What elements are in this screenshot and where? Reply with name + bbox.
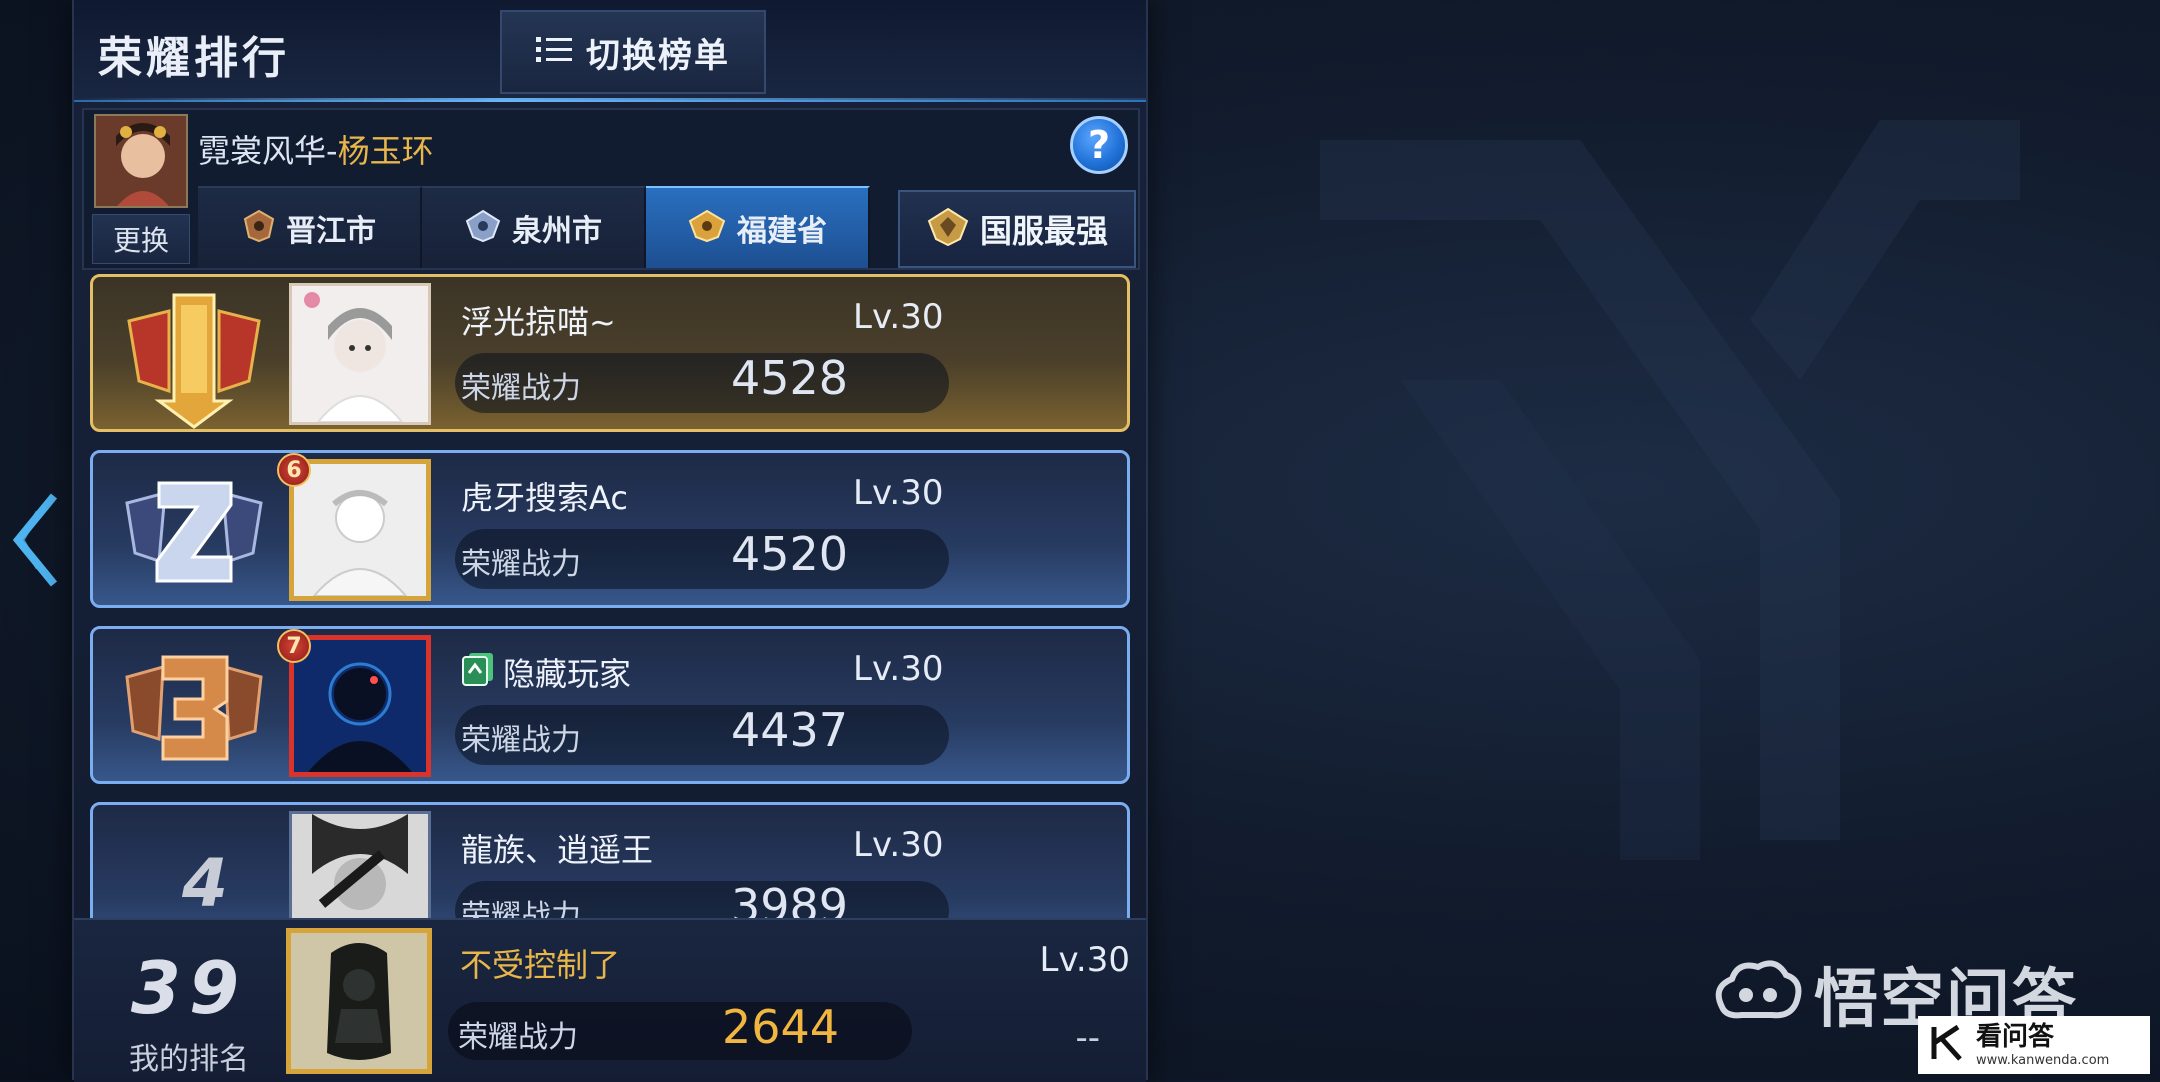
power-value: 4528 <box>731 351 849 405</box>
rank-number: 4 <box>182 845 228 918</box>
hero-name-highlight: 杨玉环 <box>337 132 434 170</box>
power-label: 荣耀战力 <box>461 723 581 758</box>
player-level: Lv.30 <box>853 473 944 513</box>
player-name: 浮光掠喵~ <box>461 303 616 341</box>
wukong-logo-icon <box>1712 957 1802 1031</box>
power-label: 荣耀战力 <box>461 371 581 406</box>
player-level: Lv.30 <box>853 825 944 865</box>
player-level: Lv.30 <box>853 297 944 337</box>
my-player-level: Lv.30 <box>1039 940 1131 980</box>
my-power-value: 2644 <box>722 1000 840 1054</box>
national-strongest-button[interactable]: 国服最强 <box>898 190 1136 268</box>
hero-selector: 更换 霓裳风华-杨玉环 ? 晋江市 泉州市 福建省 国服最强 <box>82 108 1140 270</box>
player-name: 虎牙搜索Ac <box>461 479 628 517</box>
power-value: 4520 <box>731 527 849 581</box>
ranking-row-2[interactable]: 6 虎牙搜索Ac Lv.30 荣耀战力 4520 <box>90 450 1130 608</box>
hero-title: 霓裳风华- <box>198 132 338 170</box>
power-label: 荣耀战力 <box>461 547 581 582</box>
bronze-crest-icon <box>242 209 276 247</box>
player-level: Lv.30 <box>853 649 944 689</box>
national-crest-icon <box>926 207 970 251</box>
ranking-row-3[interactable]: 7 隐藏玩家 Lv.30 荣耀战力 4437 <box>90 626 1130 784</box>
national-strongest-label: 国服最强 <box>979 212 1108 250</box>
switch-list-button[interactable]: 切换榜单 <box>500 10 766 94</box>
my-rank-label: 我的排名 <box>129 1042 249 1077</box>
gold-crest-icon <box>687 209 727 247</box>
power-value: 4437 <box>731 703 849 757</box>
header-divider <box>74 98 1146 102</box>
kanwenda-logo-icon <box>1928 1023 1968 1067</box>
my-power-label: 荣耀战力 <box>458 1020 578 1055</box>
switch-list-label: 切换榜单 <box>586 35 730 76</box>
power-label: 荣耀战力 <box>461 899 581 918</box>
silver-medal-icon <box>119 457 269 605</box>
kanwenda-title: 看问答 <box>1976 1021 2055 1052</box>
player-avatar[interactable] <box>289 811 431 918</box>
tab-label: 晋江市 <box>286 214 376 249</box>
power-value: 3989 <box>731 879 849 918</box>
hero-avatar[interactable] <box>94 114 188 208</box>
tab-city[interactable]: 晋江市 <box>198 186 422 268</box>
region-tabs: 晋江市 泉州市 福建省 <box>198 186 870 268</box>
rank-badge: 6 <box>277 453 311 487</box>
player-avatar[interactable] <box>289 459 431 601</box>
ranking-row-4[interactable]: 4 龍族、逍遥王 Lv.30 荣耀战力 3989 <box>90 802 1130 918</box>
collapse-arrow-icon[interactable] <box>8 490 64 590</box>
silver-crest-icon <box>464 209 502 247</box>
hidden-card-icon <box>461 651 495 687</box>
gold-medal-icon <box>119 281 269 429</box>
list-icon <box>536 35 572 69</box>
my-rank-bar: 39 我的排名 不受控制了 Lv.30 荣耀战力 2644 -- <box>74 918 1146 1082</box>
rank-badge: 7 <box>277 629 311 663</box>
tab-label: 泉州市 <box>512 214 602 249</box>
player-avatar[interactable] <box>289 283 431 425</box>
background-emblem <box>1280 80 2040 880</box>
ranking-list[interactable]: 浮光掠喵~ Lv.30 荣耀战力 4528 6 虎牙搜索Ac Lv.30 荣耀战… <box>74 270 1146 918</box>
my-avatar[interactable] <box>286 928 432 1074</box>
my-player-name: 不受控制了 <box>460 946 621 984</box>
change-hero-button[interactable]: 更换 <box>92 214 190 264</box>
player-name: 龍族、逍遥王 <box>461 831 654 869</box>
my-rank-number: 39 <box>130 946 248 1030</box>
player-name: 隐藏玩家 <box>503 655 632 693</box>
tab-label: 福建省 <box>737 214 827 249</box>
kanwenda-watermark: 看问答 www.kanwenda.com <box>1918 1016 2150 1074</box>
help-button[interactable]: ? <box>1070 116 1128 174</box>
hero-name: 霓裳风华-杨玉环 <box>198 126 434 172</box>
ranking-panel: 荣耀排行 切换榜单 更换 霓裳风华-杨玉环 ? 晋江市 泉州市 福建省 国服最强… <box>72 0 1148 1082</box>
header: 荣耀排行 切换榜单 <box>74 0 1146 102</box>
tab-prefecture[interactable]: 泉州市 <box>422 186 646 268</box>
my-rank-change: -- <box>1075 1018 1100 1058</box>
bronze-medal-icon <box>119 633 269 781</box>
kanwenda-text: 看问答 www.kanwenda.com <box>1976 1024 2109 1067</box>
kanwenda-url: www.kanwenda.com <box>1976 1052 2110 1068</box>
tab-province[interactable]: 福建省 <box>646 186 870 268</box>
page-title: 荣耀排行 <box>98 33 290 84</box>
player-avatar[interactable] <box>289 635 431 777</box>
ranking-row-1[interactable]: 浮光掠喵~ Lv.30 荣耀战力 4528 <box>90 274 1130 432</box>
